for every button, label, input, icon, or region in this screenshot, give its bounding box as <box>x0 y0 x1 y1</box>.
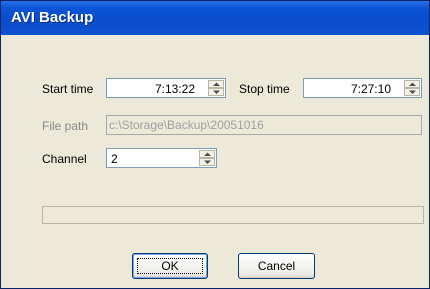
avi-backup-dialog: AVI Backup Start time 7:13:22 Stop time … <box>0 0 430 289</box>
channel-down-button[interactable] <box>199 158 215 166</box>
start-time-down-button[interactable] <box>208 88 224 96</box>
arrow-up-icon <box>204 152 211 156</box>
arrow-down-icon <box>409 90 416 94</box>
ok-button[interactable]: OK <box>132 253 208 279</box>
stop-time-value[interactable]: 7:27:10 <box>351 82 391 96</box>
stop-time-picker[interactable]: 7:27:10 <box>303 78 422 98</box>
start-time-spin <box>208 80 224 96</box>
stop-time-down-button[interactable] <box>404 88 420 96</box>
backup-progress-bar <box>42 206 424 224</box>
cancel-button-label: Cancel <box>257 259 296 273</box>
arrow-up-icon <box>409 82 416 86</box>
stop-time-up-button[interactable] <box>404 80 420 88</box>
arrow-up-icon <box>213 82 220 86</box>
channel-label: Channel <box>42 152 87 166</box>
arrow-down-icon <box>204 160 211 164</box>
arrow-down-icon <box>213 90 220 94</box>
focus-ring <box>137 258 203 274</box>
file-path-field[interactable] <box>106 115 422 135</box>
start-time-label: Start time <box>42 82 94 96</box>
start-time-up-button[interactable] <box>208 80 224 88</box>
file-path-input[interactable] <box>109 118 417 132</box>
channel-value[interactable]: 2 <box>111 152 118 166</box>
channel-up-button[interactable] <box>199 150 215 158</box>
stop-time-label: Stop time <box>239 82 290 96</box>
start-time-value[interactable]: 7:13:22 <box>155 82 195 96</box>
title-bar[interactable]: AVI Backup <box>1 1 429 35</box>
channel-spinner[interactable]: 2 <box>106 148 217 168</box>
start-time-picker[interactable]: 7:13:22 <box>106 78 226 98</box>
cancel-button[interactable]: Cancel <box>238 253 315 279</box>
window-title: AVI Backup <box>11 9 94 26</box>
file-path-label: File path <box>42 119 89 133</box>
channel-spin <box>199 150 215 166</box>
stop-time-spin <box>404 80 420 96</box>
